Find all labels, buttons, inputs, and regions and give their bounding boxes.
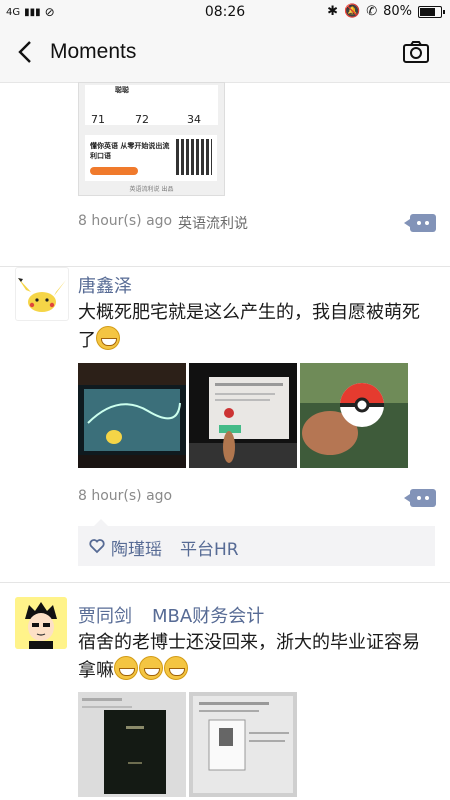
- mute-icon: 🔕: [344, 4, 361, 19]
- laugh-cry-emoji-icon: [139, 656, 163, 680]
- dot-icon: [425, 221, 429, 225]
- moments-feed[interactable]: 聪聪 71 72 34 懂你英语 从零开始说出流利口语 英语流利说 出品 8 h…: [0, 82, 450, 800]
- post-author-tag[interactable]: MBA财务会计: [152, 602, 264, 628]
- liker-name[interactable]: 平台HR: [180, 535, 239, 560]
- laugh-cry-emoji-icon: [164, 656, 188, 680]
- card-stat-3: 34: [187, 113, 201, 126]
- card-stat-1: 71: [91, 113, 105, 126]
- battery-icon: [418, 5, 445, 18]
- pikachu-avatar-icon: [18, 278, 66, 312]
- avatar[interactable]: [15, 267, 69, 321]
- post-photo[interactable]: [189, 692, 297, 797]
- call-icon: ✆: [366, 4, 378, 19]
- avatar[interactable]: [15, 597, 67, 649]
- post-text: 宿舍的老博士还没回来，浙大的毕业证容易拿嘛: [78, 629, 428, 684]
- cartoon-boy-avatar-icon: [15, 597, 67, 649]
- post-author[interactable]: 贾同剑: [78, 602, 132, 628]
- photo-laptop-dialog: [189, 363, 297, 468]
- card-ad-text: 懂你英语 从零开始说出流利口语: [90, 142, 170, 160]
- page-title: Moments: [50, 40, 137, 63]
- photo-certificate: [189, 692, 297, 797]
- battery-percent: 80%: [383, 4, 412, 19]
- post-author[interactable]: 唐鑫泽: [78, 272, 132, 298]
- card-user-name: 聪聪: [115, 86, 129, 94]
- status-icons: ✱ 🔕 ✆ 80%: [327, 4, 445, 19]
- liker-name[interactable]: 陶瑾瑶: [111, 535, 162, 560]
- post-more-button[interactable]: [404, 489, 436, 507]
- post-more-button[interactable]: [404, 214, 436, 232]
- shared-card-image[interactable]: 聪聪 71 72 34 懂你英语 从零开始说出流利口语 英语流利说 出品: [78, 82, 225, 196]
- card-header: 聪聪 71 72 34: [85, 85, 218, 126]
- post-text: 大概死肥宅就是这么产生的，我自愿被萌死了: [78, 299, 428, 354]
- nav-bar: Moments: [0, 24, 450, 83]
- post-photo[interactable]: [300, 363, 408, 468]
- post-photo[interactable]: [78, 363, 186, 468]
- bluetooth-icon: ✱: [327, 4, 338, 19]
- grin-emoji-icon: [96, 326, 120, 350]
- card-stat-2: 72: [135, 113, 149, 126]
- post-photo[interactable]: [189, 363, 297, 468]
- photo-laptop-pikachu: [78, 363, 186, 468]
- post-time: 8 hour(s) ago: [78, 488, 173, 504]
- post-source-link[interactable]: 英语流利说: [178, 213, 248, 233]
- card-ad-button: [90, 167, 138, 175]
- dot-icon: [425, 496, 429, 500]
- status-bar: 4G ▮▮▮ ⊘ 08:26 ✱ 🔕 ✆ 80%: [0, 0, 450, 24]
- heart-icon: [89, 539, 105, 554]
- photo-diploma-book: [78, 692, 186, 797]
- dot-icon: [417, 496, 421, 500]
- back-arrow-icon[interactable]: [14, 38, 36, 66]
- camera-icon[interactable]: [402, 40, 430, 64]
- post-time: 8 hour(s) ago: [78, 213, 173, 229]
- photo-pokeball: [300, 363, 408, 468]
- post-divider: [0, 582, 450, 583]
- qr-code-icon: [176, 139, 212, 175]
- post-text-body: 大概死肥宅就是这么产生的，我自愿被萌死了: [78, 302, 420, 351]
- post-photo[interactable]: [78, 692, 186, 797]
- card-footer: 英语流利说 出品: [129, 186, 174, 193]
- dot-icon: [417, 221, 421, 225]
- likes-section: 陶瑾瑶 平台HR: [78, 519, 435, 566]
- card-ad: 懂你英语 从零开始说出流利口语: [85, 135, 217, 181]
- laugh-cry-emoji-icon: [114, 656, 138, 680]
